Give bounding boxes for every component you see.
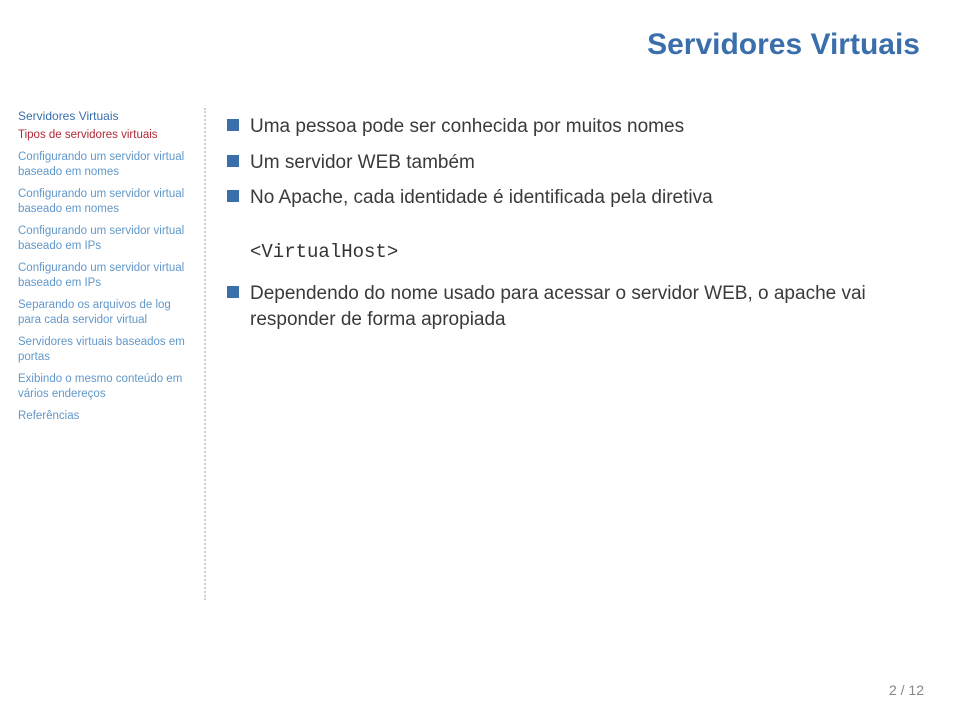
toc-item[interactable]: Configurando um servidor virtual baseado… — [18, 150, 190, 181]
page-title: Servidores Virtuais — [647, 28, 920, 62]
toc-item[interactable]: Configurando um servidor virtual baseado… — [18, 224, 190, 255]
bullet-item: Dependendo do nome usado para acessar o … — [224, 281, 924, 332]
vertical-divider — [204, 108, 206, 600]
page-total: 12 — [908, 682, 924, 698]
bullet-list-top: Uma pessoa pode ser conhecida por muitos… — [224, 114, 924, 211]
toc-item[interactable]: Referências — [18, 409, 190, 425]
toc-sidebar: Servidores Virtuais Tipos de servidores … — [18, 108, 190, 430]
toc-item[interactable]: Separando os arquivos de log para cada s… — [18, 298, 190, 329]
bullet-list-bottom: Dependendo do nome usado para acessar o … — [224, 281, 924, 332]
slide-body: Uma pessoa pode ser conhecida por muitos… — [224, 114, 924, 342]
toc-item[interactable]: Exibindo o mesmo conteúdo em vários ende… — [18, 372, 190, 403]
bullet-item: No Apache, cada identidade é identificad… — [224, 185, 924, 211]
bullet-item: Uma pessoa pode ser conhecida por muitos… — [224, 114, 924, 140]
slide: Servidores Virtuais Servidores Virtuais … — [0, 0, 960, 720]
toc-item-current[interactable]: Tipos de servidores virtuais — [18, 128, 190, 144]
toc-section-head: Servidores Virtuais — [18, 108, 190, 124]
page-sep: / — [897, 682, 909, 698]
toc-item[interactable]: Configurando um servidor virtual baseado… — [18, 261, 190, 292]
page-current: 2 — [889, 682, 897, 698]
code-snippet: <VirtualHost> — [250, 241, 924, 263]
toc-item[interactable]: Servidores virtuais baseados em portas — [18, 335, 190, 366]
page-counter: 2 / 12 — [889, 682, 924, 698]
bullet-item: Um servidor WEB também — [224, 150, 924, 176]
toc-item[interactable]: Configurando um servidor virtual baseado… — [18, 187, 190, 218]
